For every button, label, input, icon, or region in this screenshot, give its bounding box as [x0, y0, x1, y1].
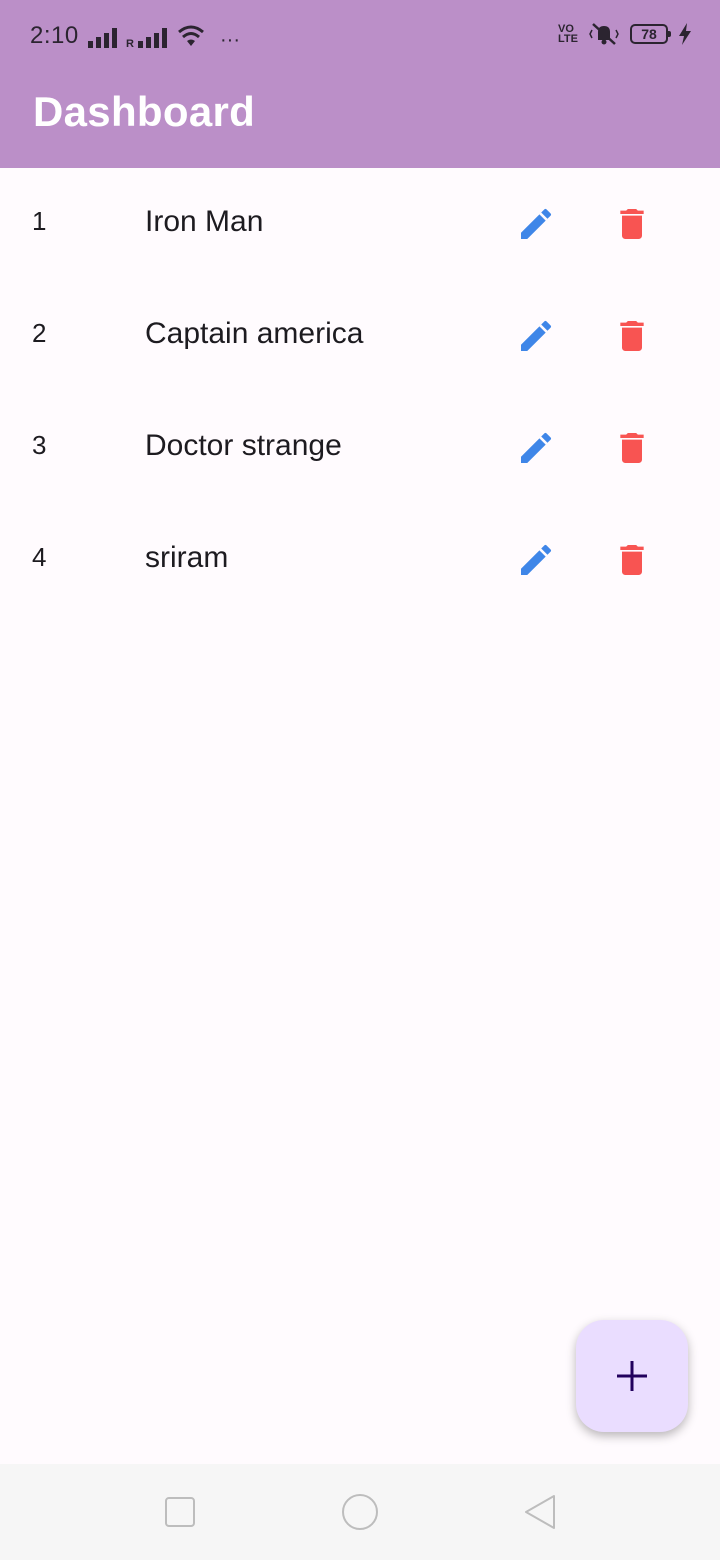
status-right-icons: VO LTE 78	[558, 22, 692, 46]
battery-level: 78	[641, 26, 657, 42]
signal-roaming-icon: R	[126, 28, 167, 48]
trash-icon	[620, 545, 644, 575]
system-nav-bar	[0, 1464, 720, 1560]
delete-button[interactable]	[606, 534, 658, 586]
page-title: Dashboard	[33, 88, 256, 135]
item-index: 3	[32, 430, 47, 460]
more-indicator: ···	[220, 29, 240, 51]
add-item-button[interactable]	[576, 1320, 688, 1432]
item-index: 4	[32, 542, 47, 572]
vibrate-mute-icon	[589, 23, 619, 45]
item-index: 1	[32, 206, 47, 236]
pencil-icon	[521, 208, 552, 239]
item-name: Iron Man	[145, 205, 264, 238]
list-item: 1 Iron Man	[0, 168, 720, 280]
item-name: Doctor strange	[145, 429, 342, 462]
edit-button[interactable]	[510, 310, 562, 362]
status-time: 2:10	[30, 22, 79, 49]
trash-icon	[620, 433, 644, 463]
list-item: 3 Doctor strange	[0, 392, 720, 504]
delete-button[interactable]	[606, 198, 658, 250]
item-name: sriram	[145, 541, 229, 574]
signal-icon	[88, 28, 117, 48]
status-bar: 2:10 R ··· VO LTE 78	[0, 0, 720, 72]
list-item: 4 sriram	[0, 504, 720, 616]
recents-square-icon	[165, 1497, 195, 1527]
trash-icon	[620, 321, 644, 351]
recents-button[interactable]	[160, 1492, 200, 1532]
back-button[interactable]	[520, 1492, 560, 1532]
volte-icon: VO LTE	[558, 23, 578, 45]
edit-button[interactable]	[510, 198, 562, 250]
item-index: 2	[32, 318, 47, 348]
plus-icon	[617, 1361, 647, 1391]
pencil-icon	[521, 320, 552, 351]
home-button[interactable]	[340, 1492, 380, 1532]
charging-icon	[679, 23, 691, 45]
svg-text:R: R	[126, 38, 134, 48]
edit-button[interactable]	[510, 422, 562, 474]
list-item: 2 Captain america	[0, 280, 720, 392]
battery-icon: 78	[630, 24, 671, 44]
back-triangle-icon	[525, 1495, 555, 1529]
trash-icon	[620, 209, 644, 239]
app-bar: Dashboard	[0, 72, 720, 168]
pencil-icon	[521, 544, 552, 575]
edit-button[interactable]	[510, 534, 562, 586]
home-circle-icon	[342, 1494, 378, 1530]
pencil-icon	[521, 432, 552, 463]
item-name: Captain america	[145, 317, 364, 350]
delete-button[interactable]	[606, 422, 658, 474]
delete-button[interactable]	[606, 310, 658, 362]
wifi-icon	[178, 25, 204, 46]
status-left-icons: R ···	[88, 24, 240, 51]
hero-list: 1 Iron Man 2 Captain america 3 Doctor st…	[0, 168, 720, 616]
